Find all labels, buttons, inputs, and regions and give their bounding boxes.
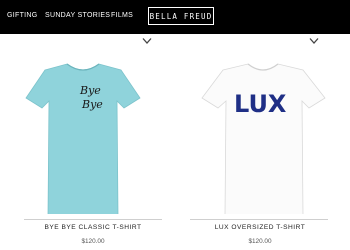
svg-text:Bye: Bye [79, 84, 101, 97]
favorite-chevron-icon[interactable] [309, 37, 319, 45]
product-image-bye-bye-tshirt[interactable]: Bye Bye [0, 34, 165, 214]
product-divider [24, 219, 162, 220]
nav-link-films[interactable]: FILMS [111, 12, 133, 19]
product-price: $120.00 [248, 238, 272, 245]
product-divider [190, 219, 328, 220]
product-card-lux[interactable]: LUX [185, 34, 350, 250]
product-name[interactable]: LUX OVERSIZED T-SHIRT [190, 224, 330, 231]
product-image-lux-tshirt[interactable]: LUX [185, 34, 350, 214]
product-name[interactable]: BYE BYE CLASSIC T-SHIRT [23, 224, 163, 231]
svg-text:Bye: Bye [81, 98, 103, 111]
brand-logo[interactable]: BELLA FREUD [148, 7, 214, 25]
product-price: $120.00 [81, 238, 105, 245]
nav-link-gifting[interactable]: GIFTING [7, 12, 38, 19]
top-navigation-bar: GIFTING SUNDAY STORIES FILMS BELLA FREUD [0, 0, 350, 34]
nav-link-sunday-stories[interactable]: SUNDAY STORIES [45, 12, 110, 19]
svg-text:LUX: LUX [234, 90, 287, 118]
product-card-bye-bye[interactable]: Bye Bye [0, 34, 165, 250]
favorite-chevron-icon[interactable] [142, 37, 152, 45]
